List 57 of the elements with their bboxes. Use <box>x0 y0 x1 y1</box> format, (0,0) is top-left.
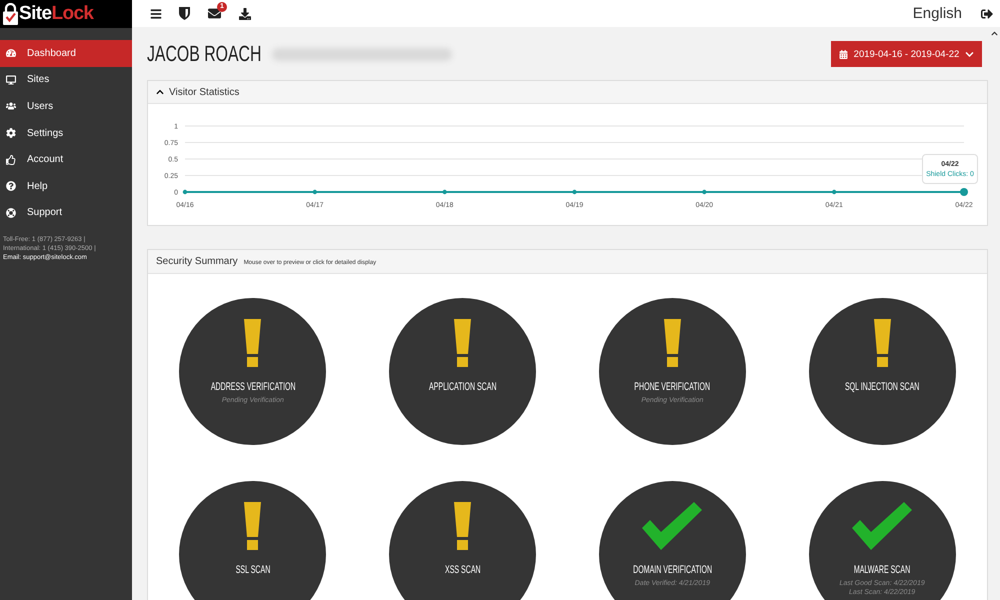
status-circle[interactable]: SSL SCAN <box>179 481 326 600</box>
gear-icon <box>6 128 16 138</box>
panel-title: Visitor Statistics <box>169 86 240 98</box>
check-icon <box>852 502 912 550</box>
data-point[interactable] <box>572 190 577 194</box>
date-range-button[interactable]: 2019-04-16 - 2019-04-22 <box>831 41 982 67</box>
sidebar-item[interactable]: Support <box>0 200 132 226</box>
data-point[interactable] <box>442 190 447 194</box>
exclamation-icon <box>874 319 891 367</box>
sign-out-icon[interactable] <box>981 8 993 20</box>
envelope-icon[interactable] <box>207 7 222 20</box>
scan-title: XSS SCAN <box>444 564 480 576</box>
sidebar-item[interactable]: Sites <box>0 66 132 94</box>
exclamation-icon <box>454 502 472 550</box>
shield-icon[interactable] <box>179 7 190 20</box>
scan-title: DOMAIN VERIFICATION <box>632 564 712 576</box>
panel-title: Security Summary <box>156 256 238 267</box>
question-icon <box>6 181 16 192</box>
sidebar-item[interactable]: Users <box>0 93 132 120</box>
sidebar-item[interactable]: Help <box>0 172 132 200</box>
menu-icon[interactable] <box>150 8 162 20</box>
users-icon <box>6 101 16 112</box>
sidebar-item[interactable]: Dashboard <box>0 40 132 67</box>
scroll-up-icon[interactable] <box>990 30 998 37</box>
collapse-caret-icon[interactable] <box>156 88 164 96</box>
scan-title: ADDRESS VERIFICATION <box>210 381 296 393</box>
scan-title: PHONE VERIFICATION <box>634 381 710 393</box>
data-point[interactable] <box>702 190 707 194</box>
gauge-icon <box>6 48 16 58</box>
sidebar-item[interactable]: Account <box>0 146 132 173</box>
exclamation-icon <box>244 319 262 367</box>
monitor-icon <box>6 74 16 85</box>
exclamation-icon <box>454 319 472 367</box>
data-point[interactable] <box>312 190 318 194</box>
status-circle[interactable]: SQL INJECTION SCAN <box>808 298 956 445</box>
scan-title: MALWARE SCAN <box>854 564 910 576</box>
calendar-icon <box>838 50 848 58</box>
check-icon <box>642 502 702 550</box>
chevron-down-icon <box>965 50 974 58</box>
data-point[interactable] <box>832 190 836 194</box>
scan-title: APPLICATION SCAN <box>428 381 496 393</box>
scan-title: SSL SCAN <box>236 564 270 576</box>
page-title: JACOB ROACH <box>147 42 262 66</box>
padlock-logo-icon <box>3 3 18 25</box>
data-point[interactable] <box>182 190 188 194</box>
exclamation-icon <box>664 319 681 367</box>
download-icon[interactable] <box>239 8 251 20</box>
status-circle[interactable]: APPLICATION SCAN <box>389 298 536 445</box>
life-ring-icon <box>6 208 16 218</box>
logo-wordmark: SiteLock <box>19 4 94 24</box>
scan-title: SQL INJECTION SCAN <box>844 381 920 393</box>
status-circle[interactable]: XSS SCAN <box>389 481 536 600</box>
language-selector[interactable]: English <box>912 5 962 22</box>
data-point[interactable] <box>960 188 968 196</box>
exclamation-icon <box>244 502 262 550</box>
sidebar-item[interactable]: Settings <box>0 120 132 146</box>
thumbs-up-icon <box>6 154 16 165</box>
